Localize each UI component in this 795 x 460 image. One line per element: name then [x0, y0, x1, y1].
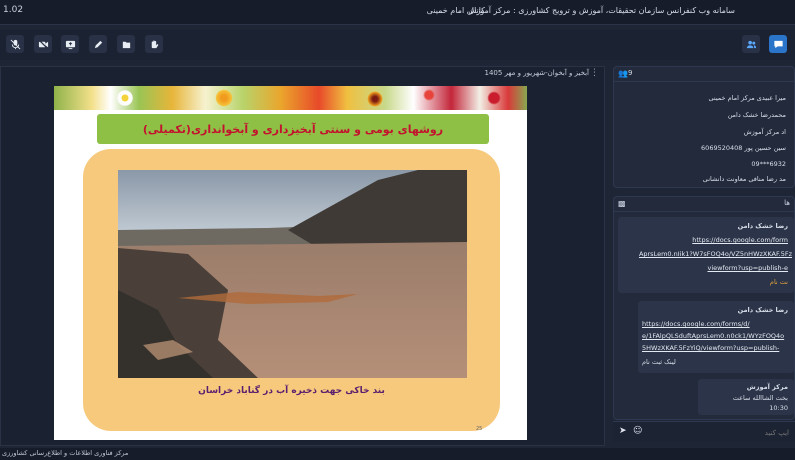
users-icon [746, 40, 756, 48]
chat-text: لینک ثبت نام [642, 358, 676, 366]
chat-author: رضا خشک دامن [737, 306, 788, 314]
mic-button[interactable] [6, 35, 24, 53]
chat-panel: ▩ ها رضا خشک دامن https://docs.google.co… [613, 196, 795, 420]
presentation-name: آبخیز و آبخوان-شهریور و مهر 1405 [484, 69, 589, 77]
slide-photo [118, 170, 467, 378]
users-count: 9 [628, 69, 633, 77]
chat-text: نت نام [769, 278, 788, 286]
user-item[interactable]: محمدرضا خشک دامن [728, 111, 786, 119]
raise-hand-button[interactable] [145, 35, 163, 53]
status-bar: مرکز فناوری اطلاعات و اطلاع‌رسانی کشاورز… [0, 448, 795, 460]
users-panel-header: 👥 9 [614, 67, 794, 82]
chat-author: مرکز آموزش [746, 383, 788, 391]
chat-toggle-button[interactable] [769, 35, 787, 53]
chat-input[interactable] [647, 425, 791, 440]
more-options-icon[interactable]: ⋮ [590, 68, 599, 78]
stage-header: آبخیز و آبخوان-شهریور و مهر 1405 ⋮ [0, 66, 605, 82]
presentation-slide: روشهای بومی و سنتی آبخیزداری و آبخواندار… [54, 86, 527, 440]
chat-text: 10:30 [769, 404, 788, 412]
send-icon[interactable]: ➤ [619, 426, 627, 436]
slide-title: روشهای بومی و سنتی آبخیزداری و آبخواندار… [142, 122, 444, 136]
pen-icon [94, 40, 102, 48]
chat-title: ها [784, 199, 790, 207]
mic-icon [10, 39, 20, 49]
chat-link[interactable]: e/1FAlpQLSduftAprsLem0.n0ck1/WYzFOQ4o [642, 332, 784, 340]
chat-text: بخت الشاالله ساعت [732, 394, 788, 402]
document-icon [122, 41, 130, 48]
status-text: مرکز فناوری اطلاعات و اطلاع‌رسانی کشاورز… [2, 449, 129, 457]
earth-dam-photo [118, 170, 467, 378]
slide-title-banner: روشهای بومی و سنتی آبخیزداری و آبخواندار… [97, 114, 489, 144]
chat-input-bar: ➤ ☺ [613, 421, 795, 442]
chat-message: رضا خشک دامن https://docs.google.com/for… [638, 301, 794, 373]
chat-icon [773, 40, 783, 48]
user-item[interactable]: 6932***09 [751, 160, 786, 168]
chat-icon: ▩ [618, 199, 626, 208]
user-item[interactable]: سین حسین پور 6069520408 [701, 144, 786, 152]
slide-photo-caption: بند خاکی جهت ذخیره آب در گناباد خراسان [198, 386, 385, 396]
chat-link[interactable]: https://docs.google.com/form [692, 236, 788, 244]
chat-link[interactable]: AprsLem0.nIik1?W7sFOQ4o/VZ5nHWzXKAF.5Fz [639, 250, 792, 258]
app-title: سامانه وب کنفرانس سازمان تحقیقات، آموزش … [426, 6, 735, 15]
flower-border [54, 86, 527, 110]
user-item[interactable]: میرا عبیدی مرکز امام خمینی [708, 94, 786, 102]
screen-share-icon [65, 40, 75, 49]
documents-button[interactable] [117, 35, 135, 53]
app-version: 1.02 [3, 5, 24, 15]
camera-button[interactable] [34, 35, 52, 53]
title-bar: 1.02 کانال سامانه وب کنفرانس سازمان تحقی… [0, 0, 795, 25]
chat-link[interactable]: 5HWzXKAF.5FzYiQ/viewform?usp=publish- [642, 344, 779, 352]
chat-message: رضا خشک دامن https://docs.google.com/for… [618, 217, 794, 293]
chat-link[interactable]: https://docs.google.com/forms/d/ [642, 320, 750, 328]
users-toggle-button[interactable] [742, 35, 760, 53]
users-panel: 👥 9 میرا عبیدی مرکز امام خمینی محمدرضا خ… [613, 66, 795, 188]
chat-link[interactable]: viewform?usp=publish-e [708, 264, 789, 272]
screen-share-button[interactable] [61, 35, 79, 53]
chat-panel-header: ▩ ها [614, 197, 794, 212]
user-item[interactable]: اد مرکز آموزش [744, 128, 786, 136]
hand-icon [151, 40, 158, 48]
chat-author: رضا خشک دامن [737, 222, 788, 230]
emoji-icon[interactable]: ☺ [633, 426, 642, 436]
chat-message: مرکز آموزش بخت الشاالله ساعت 10:30 [698, 379, 794, 415]
users-icon: 👥 [618, 69, 628, 78]
user-item[interactable]: مد رضا منافی معاونت دانشانی [703, 175, 786, 183]
whiteboard-button[interactable] [89, 35, 107, 53]
slide-page-number: 25 [476, 426, 483, 432]
camera-off-icon [37, 38, 49, 50]
